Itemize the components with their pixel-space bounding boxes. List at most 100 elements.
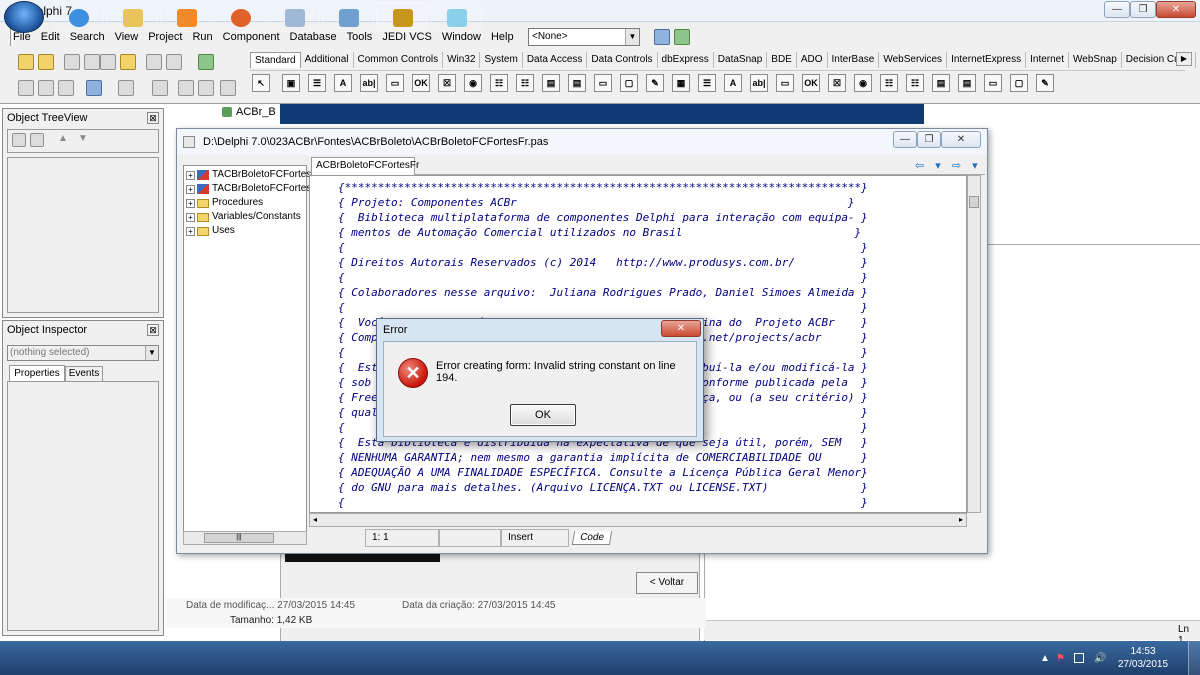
palette-component[interactable]: ☰ xyxy=(698,74,716,92)
ok-button[interactable]: OK xyxy=(510,404,576,426)
configuration-combo[interactable]: <None> ▼ xyxy=(528,28,640,46)
palette-tab-datasnap[interactable]: DataSnap xyxy=(714,52,768,68)
taskbar-tools-button[interactable] xyxy=(268,2,320,32)
close-icon[interactable]: ⊠ xyxy=(147,324,159,336)
pause-icon[interactable] xyxy=(152,80,168,96)
chevron-down-icon[interactable]: ▼ xyxy=(625,29,639,45)
palette-component[interactable]: ◉ xyxy=(464,74,482,92)
scroll-left-icon[interactable]: ◂ xyxy=(313,515,317,524)
palette-component[interactable]: ☒ xyxy=(828,74,846,92)
palette-component[interactable]: ☷ xyxy=(516,74,534,92)
palette-component[interactable]: ▢ xyxy=(620,74,638,92)
palette-component[interactable]: ↖ xyxy=(252,74,270,92)
palette-tab-dbexpress[interactable]: dbExpress xyxy=(658,52,714,68)
editor-minimize-button[interactable]: — xyxy=(893,131,917,148)
palette-scroll-right-icon[interactable]: ▶ xyxy=(1176,52,1192,66)
palette-component[interactable]: ☷ xyxy=(880,74,898,92)
expand-icon[interactable]: + xyxy=(186,170,195,180)
new-item-icon[interactable] xyxy=(30,133,44,147)
taskbar-ie-button[interactable] xyxy=(52,2,104,32)
remove-from-project-icon[interactable] xyxy=(146,54,162,70)
editor-restore-button[interactable]: ❐ xyxy=(917,131,941,148)
inspector-object-select[interactable]: (nothing selected) ▼ xyxy=(7,345,159,361)
run-icon[interactable] xyxy=(118,80,134,96)
show-desktop-button[interactable] xyxy=(1188,641,1200,675)
flag-icon[interactable]: ⚑ xyxy=(1056,653,1065,664)
palette-component[interactable]: ▤ xyxy=(932,74,950,92)
palette-component[interactable]: ☷ xyxy=(906,74,924,92)
taskbar-explorer-button[interactable] xyxy=(106,2,158,32)
palette-tab-system[interactable]: System xyxy=(480,52,523,68)
scroll-right-icon[interactable]: ▸ xyxy=(959,515,963,524)
palette-component[interactable]: ☒ xyxy=(438,74,456,92)
palette-tab-win32[interactable]: Win32 xyxy=(443,52,481,68)
main-minimize-button[interactable]: — xyxy=(1104,1,1130,18)
palette-tab-internet[interactable]: Internet xyxy=(1026,52,1070,68)
tree-item[interactable]: + TACBrBoletoFCFortes xyxy=(186,182,311,196)
tray-arrow-icon[interactable]: ▲ xyxy=(1040,653,1050,664)
palette-component[interactable]: ▭ xyxy=(386,74,404,92)
save-all-icon[interactable] xyxy=(84,54,100,70)
volume-icon[interactable]: 🔊 xyxy=(1094,653,1106,664)
expand-icon[interactable]: + xyxy=(186,184,195,194)
new-form-icon[interactable] xyxy=(58,80,74,96)
clock[interactable]: 14:53 27/03/2015 xyxy=(1118,645,1168,671)
scroll-thumb[interactable]: ||| xyxy=(204,533,274,543)
taskbar-firefox-button[interactable] xyxy=(214,2,266,32)
palette-component[interactable]: ▣ xyxy=(282,74,300,92)
window-list-icon[interactable] xyxy=(86,80,102,96)
main-close-button[interactable]: ✕ xyxy=(1156,1,1196,18)
view-form-icon[interactable] xyxy=(18,80,34,96)
palette-component[interactable]: ✎ xyxy=(646,74,664,92)
palette-component[interactable]: OK xyxy=(412,74,430,92)
palette-component[interactable]: A xyxy=(724,74,742,92)
explorer-horizontal-scrollbar[interactable]: ||| xyxy=(183,531,307,545)
editor-file-tab[interactable]: ACBrBoletoFCFortesFr xyxy=(311,157,419,175)
palette-component[interactable]: ▤ xyxy=(542,74,560,92)
tree-item[interactable]: + Uses xyxy=(186,224,235,238)
palette-component[interactable]: ▤ xyxy=(958,74,976,92)
palette-tab-webservices[interactable]: WebServices xyxy=(879,52,948,68)
close-icon[interactable]: ⊠ xyxy=(147,112,159,124)
inspector-grid[interactable] xyxy=(7,381,159,631)
tree-item[interactable]: + Procedures xyxy=(186,196,263,210)
palette-tab-internetexpress[interactable]: InternetExpress xyxy=(947,52,1027,68)
palette-component[interactable]: ▢ xyxy=(1010,74,1028,92)
main-restore-button[interactable]: ❐ xyxy=(1130,1,1156,18)
expand-icon[interactable]: + xyxy=(186,212,195,222)
toggle-form-unit-icon[interactable] xyxy=(38,80,54,96)
editor-title-bar[interactable]: D:\Delphi 7.0\023ACBr\Fontes\ACBrBoleto\… xyxy=(177,129,987,155)
palette-component[interactable]: ✎ xyxy=(1036,74,1054,92)
dialog-close-button[interactable]: ✕ xyxy=(661,320,701,337)
palette-tab-common-controls[interactable]: Common Controls xyxy=(354,52,444,68)
treeview-list[interactable] xyxy=(7,157,159,313)
inspector-tab-properties[interactable]: Properties xyxy=(9,365,65,381)
save-icon[interactable] xyxy=(64,54,80,70)
palette-tab-interbase[interactable]: InterBase xyxy=(828,52,880,68)
palette-component[interactable]: ▦ xyxy=(672,74,690,92)
browse-navigation-arrows[interactable]: ⇦ ▾ ⇨ ▾ xyxy=(915,159,982,172)
code-view-tab[interactable]: Code xyxy=(571,531,613,545)
open-icon[interactable] xyxy=(38,54,54,70)
desktop-save-icon[interactable] xyxy=(654,29,670,45)
palette-component[interactable]: A xyxy=(334,74,352,92)
palette-component[interactable]: ▭ xyxy=(594,74,612,92)
palette-tab-websnap[interactable]: WebSnap xyxy=(1069,52,1122,68)
taskbar-app-button[interactable] xyxy=(322,2,374,32)
code-horizontal-scrollbar[interactable]: ◂ ▸ xyxy=(309,513,967,527)
palette-component[interactable]: ▭ xyxy=(776,74,794,92)
tree-item[interactable]: + Variables/Constants xyxy=(186,210,301,224)
add-to-project-icon[interactable] xyxy=(120,54,136,70)
taskbar-media-button[interactable] xyxy=(160,2,212,32)
arrow-down-icon[interactable]: ▼ xyxy=(78,133,88,144)
network-icon[interactable] xyxy=(1074,653,1084,663)
step-over-icon[interactable] xyxy=(198,80,214,96)
tree-item[interactable]: + TACBrBoletoFCFortes xyxy=(186,168,311,182)
scroll-thumb[interactable] xyxy=(969,196,979,208)
arrow-up-icon[interactable]: ▲ xyxy=(58,133,68,144)
palette-tab-data-controls[interactable]: Data Controls xyxy=(587,52,658,68)
code-vertical-scrollbar[interactable] xyxy=(967,175,981,513)
open-project-icon[interactable] xyxy=(100,54,116,70)
palette-component[interactable]: ▭ xyxy=(984,74,1002,92)
palette-component[interactable]: ◉ xyxy=(854,74,872,92)
